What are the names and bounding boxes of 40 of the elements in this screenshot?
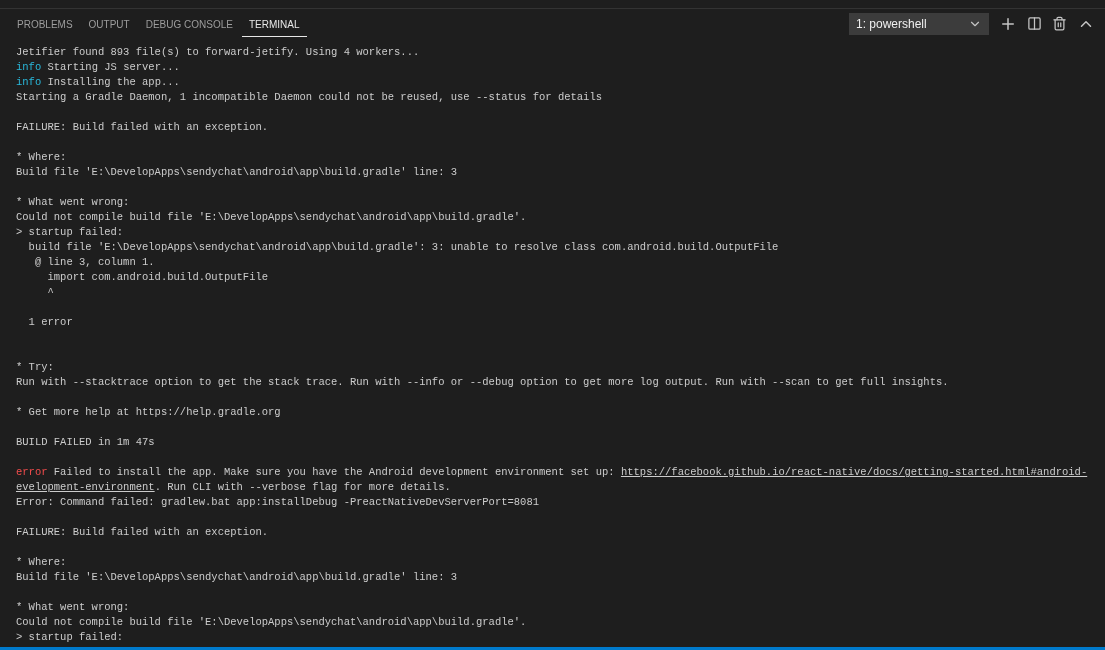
split-icon[interactable]: [1027, 16, 1042, 31]
panel-tab[interactable]: DEBUG CONSOLE: [138, 10, 240, 37]
output-text: BUILD FAILED in 1m 47s: [16, 436, 155, 448]
output-text: Build file 'E:\DevelopApps\sendychat\android\app\build.gradle' line: 3: [16, 166, 458, 178]
output-text: * Try:: [16, 361, 54, 373]
output-text: ^: [46, 286, 54, 298]
output-text: . Run CLI with --verbose flag for more details.: [154, 481, 451, 493]
output-text: Failed to install the app. Make sure you have the Android development environment set up:: [52, 466, 616, 478]
output-text: Jetifier found 893 file(s) to forward-jetify. Using 4 workers...: [16, 46, 420, 58]
output-text: * Get more help at https://help.gradle.org: [16, 406, 281, 418]
terminal-select[interactable]: 1: powershell: [849, 12, 989, 35]
url-link[interactable]: https://facebook.github.io/react-native/docs/getting-started.html#android-: [620, 466, 1088, 478]
output-text: build file 'E:\DevelopApps\sendychat\android\app\build.gradle': 3: unable to resolve class com.android.build.OutputFile: [27, 241, 779, 253]
url-link[interactable]: evelopment-environment: [16, 481, 155, 493]
output-text: Starting a Gradle Daemon, 1 incompatible Daemon could not be reused, use --status for details: [16, 91, 602, 103]
output-text: import com.android.build.OutputFile: [46, 271, 269, 283]
panel-tab[interactable]: PROBLEMS: [10, 10, 80, 37]
output-text: Could not compile build file 'E:\DevelopApps\sendychat\android\app\build.gradle'.: [16, 616, 527, 628]
output-text: Error: Command failed: gradlew.bat app:installDebug -PreactNativeDevServerPort=8081: [16, 496, 539, 508]
output-text: * What went wrong:: [16, 196, 130, 208]
output-text: * Where:: [16, 151, 67, 163]
output-text: 1 error: [27, 316, 73, 328]
trash-icon[interactable]: [1052, 16, 1067, 31]
output-text: > startup failed:: [16, 226, 124, 238]
output-text: Starting JS server...: [46, 61, 180, 73]
log-level-label: info: [16, 61, 42, 73]
output-text: Could not compile build file 'E:\DevelopApps\sendychat\android\app\build.gradle'.: [16, 211, 527, 223]
output-text: * Where:: [16, 556, 67, 568]
output-text: FAILURE: Build failed with an exception.: [16, 121, 269, 133]
output-text: Installing the app...: [46, 76, 180, 88]
output-text: @ line 3, column 1.: [33, 256, 155, 268]
output-text: FAILURE: Build failed with an exception.: [16, 526, 269, 538]
output-text: > startup failed:: [16, 631, 124, 643]
panel-tab[interactable]: TERMINAL: [241, 10, 307, 37]
output-text: Build file 'E:\DevelopApps\sendychat\android\app\build.gradle' line: 3: [16, 571, 458, 583]
log-level-label: info: [16, 76, 42, 88]
output-text: * What went wrong:: [16, 601, 130, 613]
output-text: Run with --stacktrace option to get the stack trace. Run with --info or --debug option to get more log output. Run with --scan to get full insights.: [16, 376, 949, 388]
log-level-label: error: [16, 466, 48, 478]
panel-tab[interactable]: OUTPUT: [81, 10, 137, 37]
